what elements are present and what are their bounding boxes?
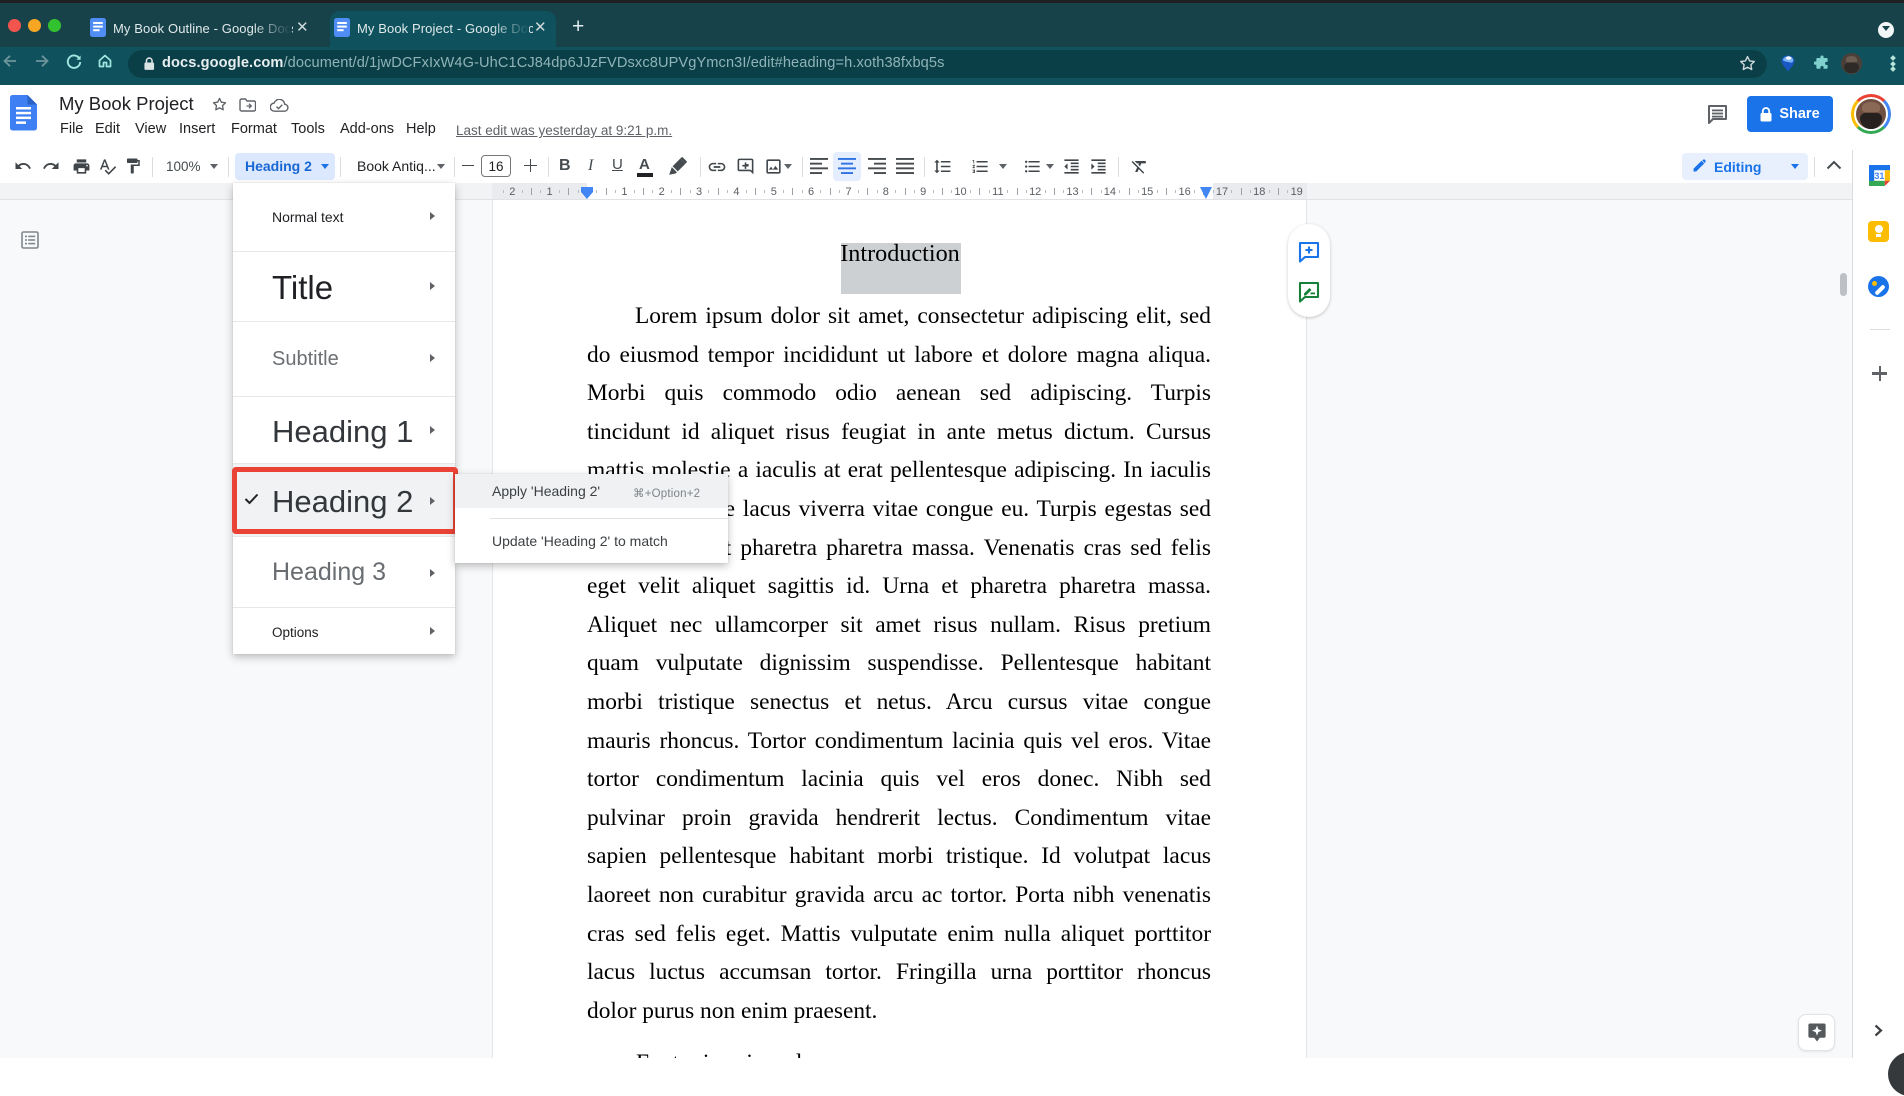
svg-text:31: 31	[1874, 171, 1884, 181]
